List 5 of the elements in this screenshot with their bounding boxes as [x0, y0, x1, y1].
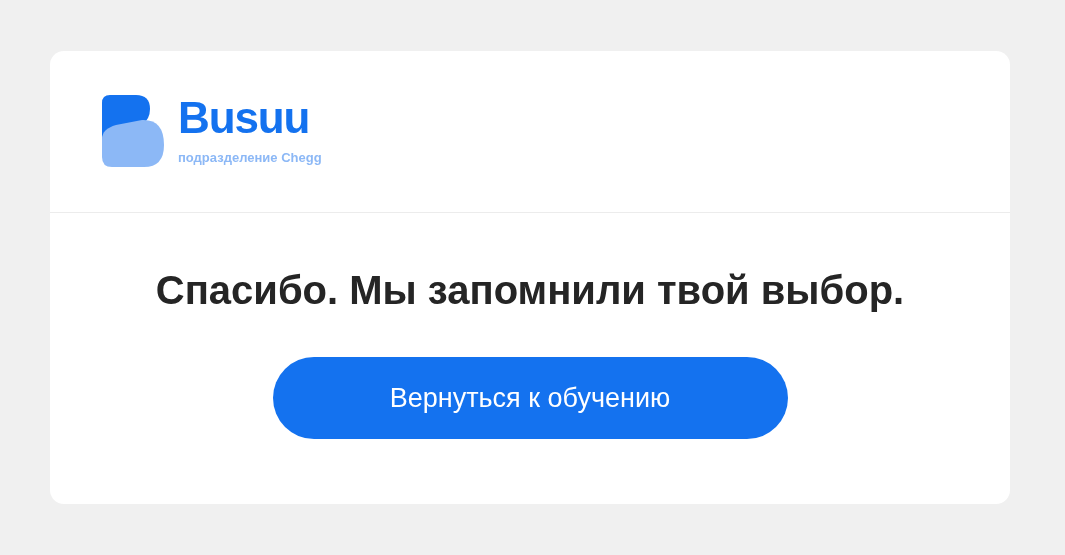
return-to-learning-button[interactable]: Вернуться к обучению	[272, 357, 788, 439]
logo-wordmark: Busuu	[178, 95, 311, 140]
logo-icon	[102, 95, 166, 168]
logo-tagline: подразделение Chegg	[178, 148, 322, 167]
confirmation-heading: Спасибо. Мы запомнили твой выбор.	[155, 267, 905, 314]
